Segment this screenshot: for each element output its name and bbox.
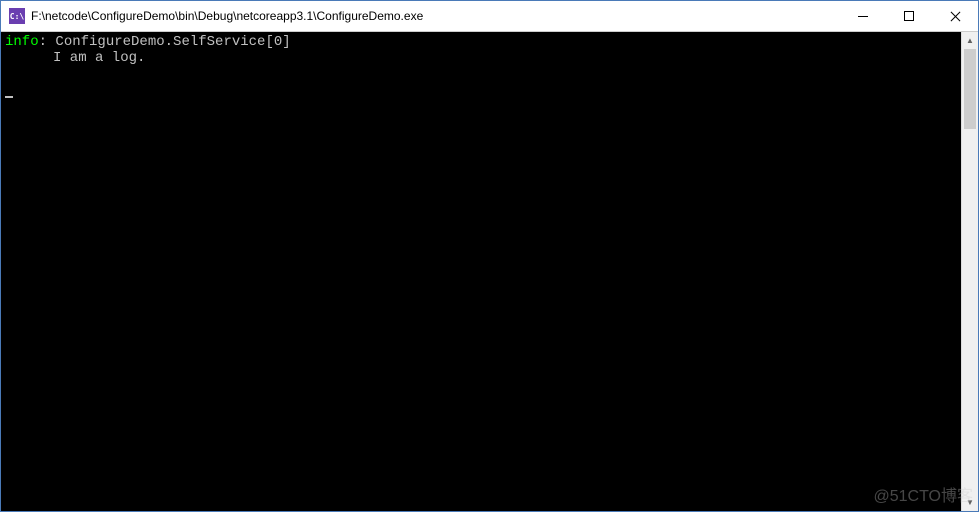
close-button[interactable] bbox=[932, 1, 978, 31]
log-message: I am a log. bbox=[5, 50, 957, 66]
console-area: info: ConfigureDemo.SelfService[0] I am … bbox=[1, 31, 978, 511]
console-output[interactable]: info: ConfigureDemo.SelfService[0] I am … bbox=[1, 32, 961, 511]
maximize-icon bbox=[904, 11, 914, 21]
log-level: info bbox=[5, 34, 39, 50]
log-source: ConfigureDemo.SelfService[0] bbox=[55, 34, 290, 50]
scroll-track[interactable] bbox=[962, 49, 978, 494]
console-window: C:\ F:\netcode\ConfigureDemo\bin\Debug\n… bbox=[0, 0, 979, 512]
titlebar[interactable]: C:\ F:\netcode\ConfigureDemo\bin\Debug\n… bbox=[1, 1, 978, 31]
minimize-button[interactable] bbox=[840, 1, 886, 31]
log-separator: : bbox=[39, 34, 56, 50]
vertical-scrollbar[interactable]: ▲ ▼ bbox=[961, 32, 978, 511]
scroll-down-button[interactable]: ▼ bbox=[962, 494, 978, 511]
app-icon: C:\ bbox=[9, 8, 25, 24]
text-cursor bbox=[5, 96, 13, 98]
window-title: F:\netcode\ConfigureDemo\bin\Debug\netco… bbox=[31, 9, 840, 23]
minimize-icon bbox=[858, 16, 868, 17]
window-controls bbox=[840, 1, 978, 31]
close-icon bbox=[950, 11, 960, 21]
scroll-up-button[interactable]: ▲ bbox=[962, 32, 978, 49]
maximize-button[interactable] bbox=[886, 1, 932, 31]
scroll-thumb[interactable] bbox=[964, 49, 976, 129]
